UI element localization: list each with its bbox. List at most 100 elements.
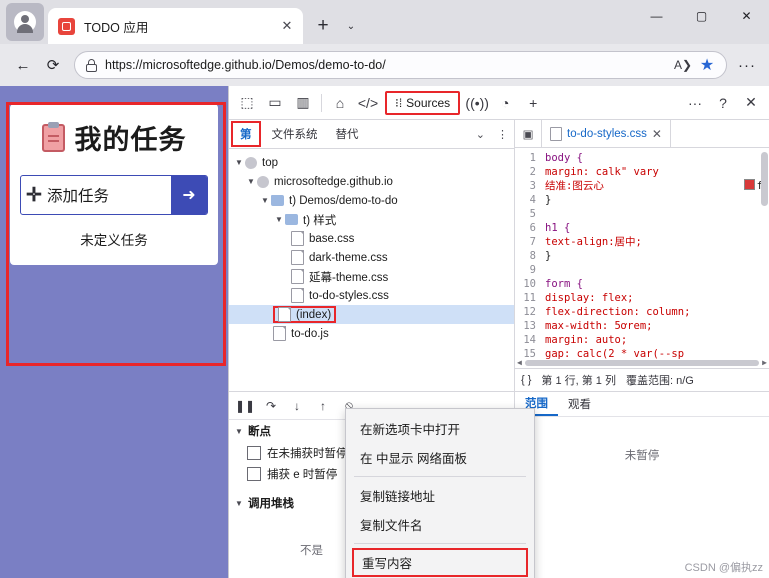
globe-icon: [245, 156, 257, 169]
tree-label: (index): [296, 308, 332, 321]
format-braces-icon[interactable]: { }: [521, 374, 531, 386]
navigator-tab-page[interactable]: 第: [231, 121, 261, 147]
twisty-icon[interactable]: ▼: [259, 196, 271, 205]
menu-item-reveal-in-network[interactable]: 在 中显示 网络面板: [346, 443, 534, 472]
tree-row-folder-demos[interactable]: ▼ t) Demos/demo-to-do: [229, 191, 514, 210]
devtools-more-icon[interactable]: ···: [681, 89, 709, 117]
twisty-icon[interactable]: ▼: [233, 427, 245, 436]
editor-horizontal-scrollbar[interactable]: ◀ ▶: [515, 357, 769, 368]
submit-task-button[interactable]: ➜: [171, 176, 207, 214]
twisty-icon[interactable]: ▼: [273, 215, 285, 224]
add-task-input[interactable]: 添加任务: [47, 176, 171, 214]
device-toolbar-icon[interactable]: ▭: [261, 89, 289, 117]
tab-favicon-icon: [58, 17, 75, 35]
browser-settings-button[interactable]: ···: [733, 51, 761, 79]
tree-row-file-to-do-js[interactable]: to-do.js: [229, 324, 514, 343]
checkbox-icon[interactable]: [247, 466, 261, 481]
show-navigator-icon[interactable]: ▣: [515, 120, 542, 147]
read-aloud-icon[interactable]: A❯: [672, 54, 694, 76]
pause-resume-icon[interactable]: ❚❚: [233, 395, 257, 417]
tree-row-top[interactable]: ▼ top: [229, 153, 514, 172]
code-editor[interactable]: 1 2 3 4 5 6 7 8 9 10 11 12 13 14 15 body…: [515, 148, 769, 368]
file-icon: [291, 250, 304, 265]
tab-watch[interactable]: 观看: [558, 392, 601, 416]
tab-list-chevron-down-icon[interactable]: ⌄: [339, 12, 363, 40]
tree-label: t) 样式: [303, 214, 337, 227]
tree-row-file-base-css[interactable]: base.css: [229, 229, 514, 248]
tree-row-file-to-do-styles-css[interactable]: to-do-styles.css: [229, 286, 514, 305]
tree-label: 延幕-theme.css: [309, 271, 389, 284]
network-panel-icon[interactable]: ((•)): [463, 89, 491, 117]
add-task-row[interactable]: ✛ 添加任务 ➜: [20, 175, 208, 215]
selected-file-highlight: (index): [273, 306, 337, 323]
performance-panel-icon[interactable]: ◔: [491, 89, 519, 117]
line-number: 7: [529, 236, 536, 248]
navigator-kebab-icon[interactable]: ⋮: [491, 120, 514, 148]
menu-item-open-in-new-tab[interactable]: 在新选项卡中打开: [346, 414, 534, 443]
elements-panel-icon[interactable]: </>: [354, 89, 382, 117]
editor-tab-label: to-do-styles.css: [567, 127, 647, 140]
checkbox-icon[interactable]: [247, 445, 261, 460]
code-line: display: flex;: [545, 292, 634, 304]
home-icon[interactable]: ⌂: [326, 89, 354, 117]
menu-item-override-content[interactable]: 重写内容: [352, 548, 528, 577]
line-number: 10: [523, 278, 536, 290]
inspect-element-icon[interactable]: ⬚: [233, 89, 261, 117]
devtools-help-icon[interactable]: ?: [709, 89, 737, 117]
callstack-title: 调用堆栈: [248, 498, 294, 510]
navigator-tab-filesystem[interactable]: 文件系统: [263, 120, 327, 148]
twisty-icon[interactable]: ▼: [233, 499, 245, 508]
devtools-close-icon[interactable]: ✕: [737, 89, 765, 117]
tree-row-origin[interactable]: ▼ microsoftedge.github.io: [229, 172, 514, 191]
code-lines: body { margin: calk" vary 结准:图云心 f } h1 …: [541, 148, 769, 368]
color-swatch-icon[interactable]: [743, 179, 755, 190]
context-menu[interactable]: 在新选项卡中打开 在 中显示 网络面板 复制链接地址 复制文件名 重写内容 另存…: [345, 408, 535, 578]
navigator-tab-overrides[interactable]: 替代: [327, 120, 368, 148]
address-bar: ← ⟳ https://microsoftedge.github.io/Demo…: [0, 44, 769, 86]
dock-side-icon[interactable]: ▥: [289, 89, 317, 117]
url-input[interactable]: https://microsoftedge.github.io/Demos/de…: [74, 51, 727, 79]
file-icon: [273, 326, 286, 341]
css-file-icon: [550, 126, 562, 141]
browser-tab[interactable]: TODO 应用 ✕: [48, 8, 303, 44]
cursor-position-text: 第 1 行, 第 1 列: [541, 375, 616, 387]
line-number: 5: [529, 208, 536, 220]
minimize-button[interactable]: —: [634, 0, 679, 32]
editor-tab-close-icon[interactable]: ✕: [652, 127, 662, 141]
step-over-icon[interactable]: ↷: [259, 395, 283, 417]
tree-label: top: [262, 156, 278, 169]
avatar-icon: [14, 11, 36, 33]
profile-button[interactable]: [6, 3, 44, 41]
editor-tab-to-do-styles-css[interactable]: to-do-styles.css ✕: [542, 120, 671, 147]
twisty-icon[interactable]: ▼: [233, 158, 245, 167]
favorite-star-icon[interactable]: ★: [694, 52, 720, 78]
new-tab-button[interactable]: +: [309, 12, 337, 40]
tab-sources[interactable]: ⁝⁞ Sources: [385, 90, 461, 115]
tab-close-icon[interactable]: ✕: [277, 16, 297, 36]
line-number-gutter: 1 2 3 4 5 6 7 8 9 10 11 12 13 14 15: [515, 148, 541, 368]
navigator-tabs: 第 文件系统 替代 ⌄ ⋮: [229, 120, 514, 149]
navigator-more-chevron-down-icon[interactable]: ⌄: [470, 120, 491, 148]
step-into-icon[interactable]: ↓: [285, 395, 309, 417]
line-number: 8: [529, 250, 536, 262]
reload-button[interactable]: ⟳: [38, 50, 68, 80]
pause-on-caught-label: 捕获 e 时暂停: [267, 468, 338, 481]
editor-scrollbar[interactable]: [760, 148, 769, 368]
tree-label: to-do-styles.css: [309, 289, 389, 302]
menu-item-copy-file-name[interactable]: 复制文件名: [346, 510, 534, 539]
more-panels-icon[interactable]: +: [519, 89, 547, 117]
close-window-button[interactable]: ✕: [724, 0, 769, 32]
menu-item-copy-link-address[interactable]: 复制链接地址: [346, 481, 534, 510]
step-out-icon[interactable]: ↑: [311, 395, 335, 417]
maximize-button[interactable]: ▢: [679, 0, 724, 32]
tree-row-file-dark-theme-css[interactable]: dark-theme.css: [229, 248, 514, 267]
tree-row-file-index[interactable]: (index): [229, 305, 514, 324]
scrollbar-thumb[interactable]: [524, 359, 760, 366]
scroll-right-icon[interactable]: ▶: [762, 356, 767, 369]
scroll-left-icon[interactable]: ◀: [517, 356, 522, 369]
twisty-icon[interactable]: ▼: [245, 177, 257, 186]
back-button[interactable]: ←: [8, 50, 38, 80]
browser-window: TODO 应用 ✕ + ⌄ — ▢ ✕ ← ⟳ https://microsof…: [0, 0, 769, 578]
tree-row-file-light-theme-css[interactable]: 延幕-theme.css: [229, 267, 514, 286]
tree-row-folder-styles[interactable]: ▼ t) 样式: [229, 210, 514, 229]
